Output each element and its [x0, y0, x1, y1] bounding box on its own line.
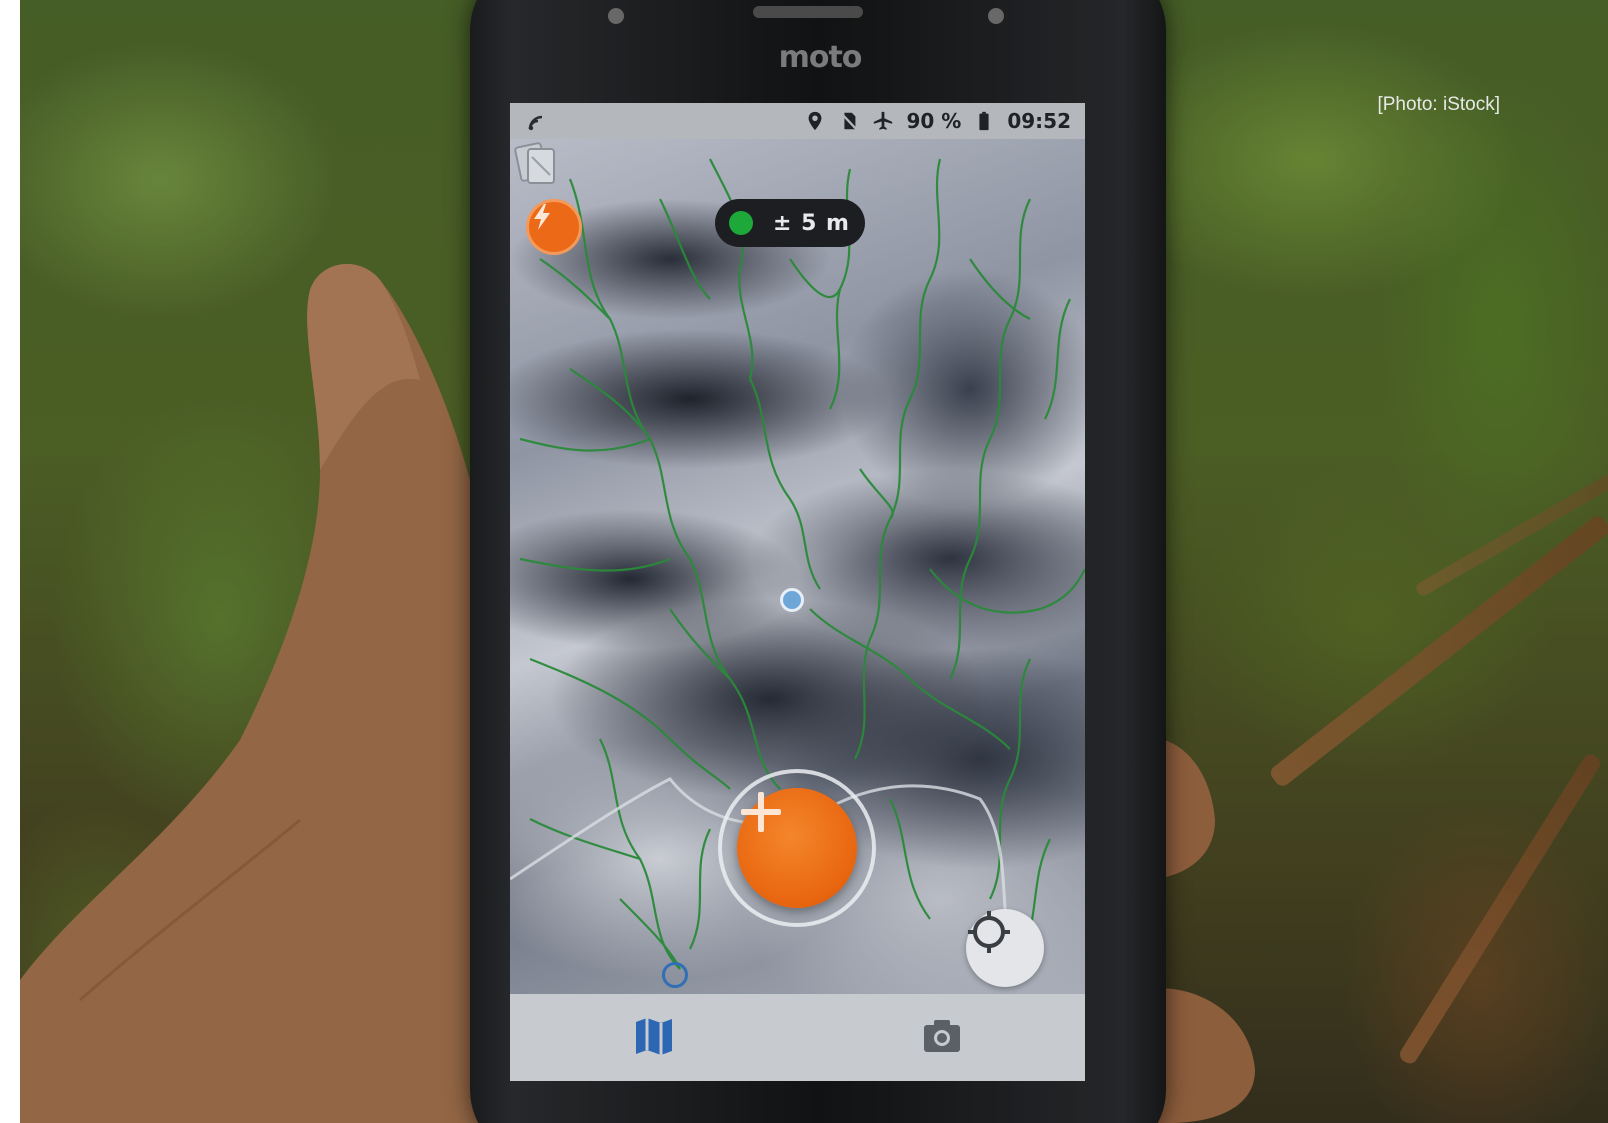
crosshair-icon: [968, 911, 1010, 953]
quick-action-button[interactable]: [526, 199, 582, 255]
camera-icon[interactable]: [920, 1014, 964, 1058]
signal-icon: [528, 115, 543, 131]
earpiece-speaker: [753, 6, 863, 18]
add-icon: [741, 792, 781, 832]
location-pin-icon: [809, 111, 822, 131]
front-camera: [608, 8, 624, 24]
status-bar: 90 % 09:52: [510, 103, 1085, 139]
phone-screen: 90 % 09:52 ± 5 m: [510, 103, 1085, 1081]
photo-frame: moto 90 % 09:52 ± 5 m [Photo: iStock]: [0, 0, 1608, 1123]
gps-accuracy-indicator: ± 5 m: [715, 199, 865, 247]
no-sim-icon: [840, 111, 859, 131]
waypoint-marker[interactable]: [662, 962, 688, 988]
map-icon[interactable]: [632, 1014, 676, 1058]
battery-percent: 90 %: [906, 109, 962, 133]
gps-accuracy-text: ± 5 m: [773, 210, 850, 236]
gps-status-dot: [729, 211, 753, 235]
airplane-mode-icon: [874, 111, 893, 130]
phone-brand-logo: moto: [778, 40, 863, 75]
layers-icon[interactable]: [510, 139, 562, 189]
photo-credit: [Photo: iStock]: [1377, 94, 1500, 115]
topographic-map[interactable]: ± 5 m: [510, 139, 1085, 994]
status-time: 09:52: [1007, 109, 1071, 133]
add-point-button[interactable]: [737, 788, 857, 908]
battery-icon: [979, 111, 989, 131]
current-location-marker: [780, 588, 804, 612]
recenter-location-button[interactable]: [966, 909, 1044, 987]
bottom-navigation: [510, 994, 1085, 1081]
power-icon: [534, 204, 550, 230]
proximity-sensor: [988, 8, 1004, 24]
